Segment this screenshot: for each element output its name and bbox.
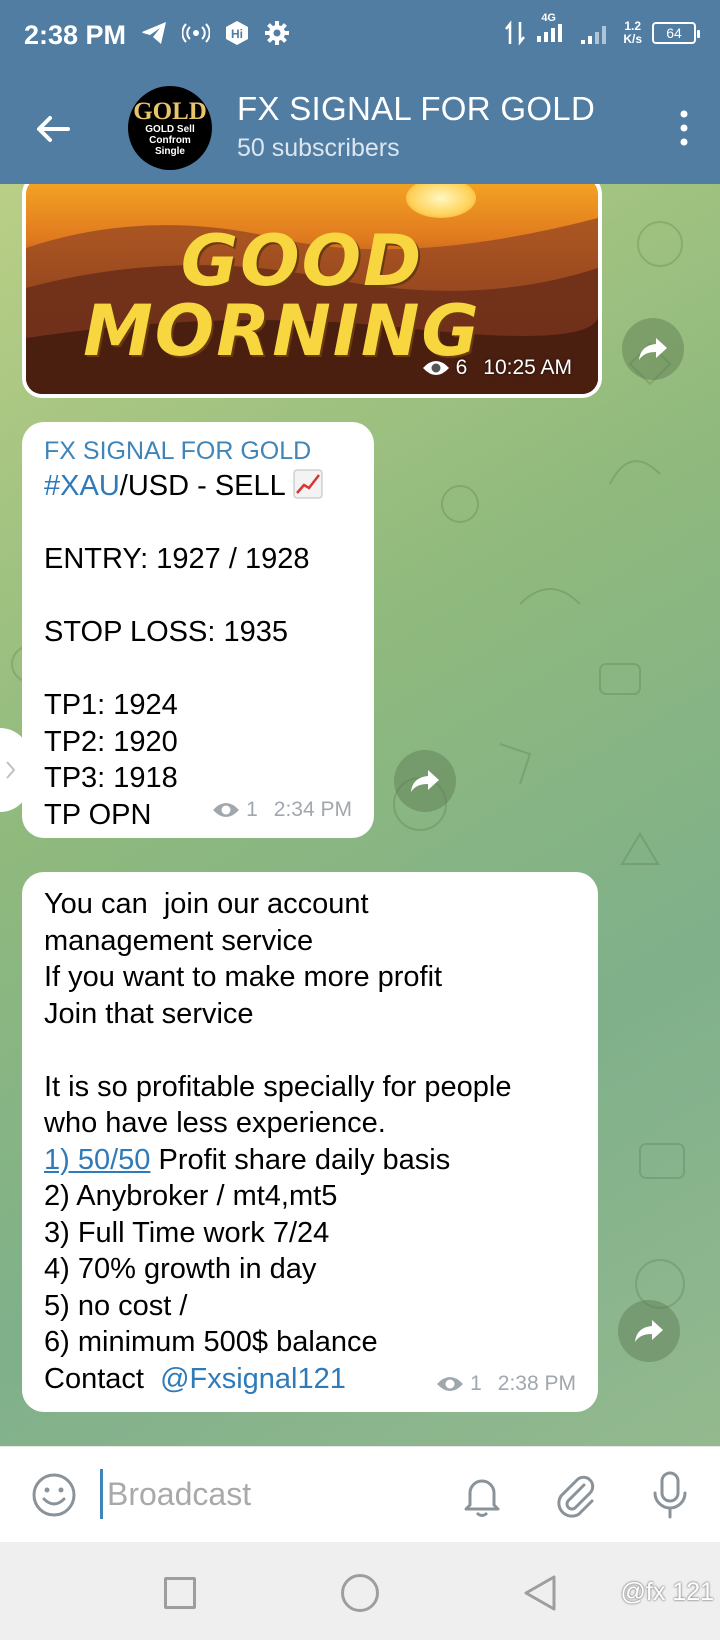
data-transfer-icon xyxy=(505,19,526,46)
chevron-right-icon xyxy=(6,761,16,779)
image-view-count: 6 xyxy=(455,356,468,379)
watermark-text: @fx 121 xyxy=(620,1578,714,1606)
channel-avatar[interactable]: GOLD GOLD Sell Confrom Single xyxy=(128,86,212,170)
status-bar: 2:38 PM Hi 4G 1.2 K/s 64 xyxy=(0,0,720,72)
service-item-4: 4) 70% growth in day xyxy=(44,1253,317,1285)
hashtag-link[interactable]: #XAU xyxy=(44,470,120,502)
chat-area[interactable]: GOOD MORNING 6 10:25 AM FX SIGNAL FOR GO… xyxy=(0,184,720,1446)
share-arrow-icon xyxy=(411,770,439,792)
signal-view-count: 1 xyxy=(246,797,258,821)
status-time: 2:38 PM xyxy=(24,20,127,50)
subscriber-count: 50 subscribers xyxy=(237,134,400,162)
chart-increasing-icon xyxy=(293,469,323,499)
net-speed-value: 1.2 xyxy=(624,18,641,33)
tp1-line: TP1: 1924 xyxy=(44,689,178,721)
service-line-2: management service xyxy=(44,924,314,957)
signal-pair-line: #XAU/USD - SELL xyxy=(44,468,352,505)
broadcast-input[interactable] xyxy=(100,1469,430,1519)
share-button[interactable] xyxy=(618,1300,680,1362)
status-notification-icons: Hi xyxy=(140,20,290,46)
home-button[interactable] xyxy=(341,1574,379,1612)
avatar-text-line-2: Confrom xyxy=(149,135,191,146)
hi-app-icon: Hi xyxy=(226,21,248,45)
service-message[interactable]: You can join our account management serv… xyxy=(22,872,598,1412)
service-item-3: 3) Full Time work 7/24 xyxy=(44,1216,330,1249)
android-nav-bar: @fx 121 xyxy=(0,1542,720,1640)
avatar-text-line-3: Single xyxy=(154,146,185,157)
service-line-5: It is so profitable specially for people xyxy=(44,1070,512,1103)
share-button[interactable] xyxy=(622,318,684,380)
chat-header: GOLD GOLD Sell Confrom Single FX SIGNAL … xyxy=(0,72,720,184)
service-line-4: Join that service xyxy=(44,997,254,1030)
avatar-main-text: GOLD xyxy=(133,98,207,125)
service-message-meta: 1 2:38 PM xyxy=(436,1366,576,1403)
eye-icon xyxy=(422,361,449,375)
message-input-bar xyxy=(0,1446,720,1542)
entry-line: ENTRY: 1927 / 1928 xyxy=(44,543,310,575)
service-item-5: 5) no cost / xyxy=(44,1289,188,1322)
signal-message-meta: 1 2:34 PM xyxy=(212,792,352,829)
battery-indicator: 64 xyxy=(652,21,700,44)
bell-icon[interactable] xyxy=(458,1471,506,1519)
service-item-2: 2) Anybroker / mt4,mt5 xyxy=(44,1180,338,1212)
settings-gear-icon xyxy=(265,21,289,45)
net-speed-unit: K/s xyxy=(623,31,642,46)
service-time: 2:38 PM xyxy=(497,1371,576,1395)
emoji-icon[interactable] xyxy=(30,1471,78,1519)
arrow-left-icon[interactable] xyxy=(30,106,76,152)
service-view-count: 1 xyxy=(470,1371,482,1395)
more-vertical-icon[interactable] xyxy=(678,108,690,148)
svg-text:Hi: Hi xyxy=(231,27,243,41)
stop-loss-line: STOP LOSS: 1935 xyxy=(44,616,288,648)
service-line-3: If you want to make more profit xyxy=(44,961,443,993)
avatar-text-line-1: GOLD Sell xyxy=(145,124,195,135)
service-line-6: who have less experience. xyxy=(44,1107,386,1139)
good-morning-image[interactable]: GOOD MORNING 6 10:25 AM xyxy=(26,184,598,394)
service-item-6: 6) minimum 500$ balance xyxy=(44,1326,378,1358)
microphone-icon[interactable] xyxy=(646,1469,694,1521)
status-system-icons: 4G 1.2 K/s 64 xyxy=(505,12,700,47)
telegram-icon xyxy=(142,22,166,44)
profit-share-link[interactable]: 1) 50/50 xyxy=(44,1144,150,1176)
contact-mention-link[interactable]: @Fxsignal121 xyxy=(160,1363,346,1395)
image-time: 10:25 AM xyxy=(483,356,572,379)
paperclip-icon[interactable] xyxy=(552,1471,600,1519)
signal-message[interactable]: FX SIGNAL FOR GOLD #XAU/USD - SELL ENTRY… xyxy=(22,422,374,838)
net-speed: 1.2 K/s xyxy=(623,18,642,46)
signal-time: 2:34 PM xyxy=(273,797,352,821)
recent-apps-button[interactable] xyxy=(164,1577,196,1609)
message-sender[interactable]: FX SIGNAL FOR GOLD xyxy=(44,436,352,466)
eye-icon xyxy=(213,802,240,817)
signal-4g: 4G xyxy=(535,12,569,47)
share-arrow-icon xyxy=(639,338,667,360)
image-message-meta: 6 10:25 AM xyxy=(422,356,572,380)
contact-label: Contact xyxy=(44,1362,161,1395)
service-item-1: 1) 50/50 Profit share daily basis xyxy=(44,1142,576,1179)
share-arrow-icon xyxy=(635,1320,663,1342)
hotspot-icon xyxy=(182,23,210,43)
service-line-1: You can join our account xyxy=(44,888,369,920)
share-button[interactable] xyxy=(394,750,456,812)
image-message[interactable]: GOOD MORNING 6 10:25 AM xyxy=(22,184,602,398)
pair-text: /USD - SELL xyxy=(119,470,285,502)
channel-title[interactable]: FX SIGNAL FOR GOLD xyxy=(237,90,595,128)
nav-back-icon[interactable] xyxy=(522,1574,558,1612)
network-label: 4G xyxy=(541,12,556,24)
tp2-line: TP2: 1920 xyxy=(44,725,178,758)
service-item-1-text: Profit share daily basis xyxy=(150,1143,451,1176)
signal-strength-2-icon xyxy=(581,25,607,44)
eye-icon xyxy=(437,1376,464,1391)
